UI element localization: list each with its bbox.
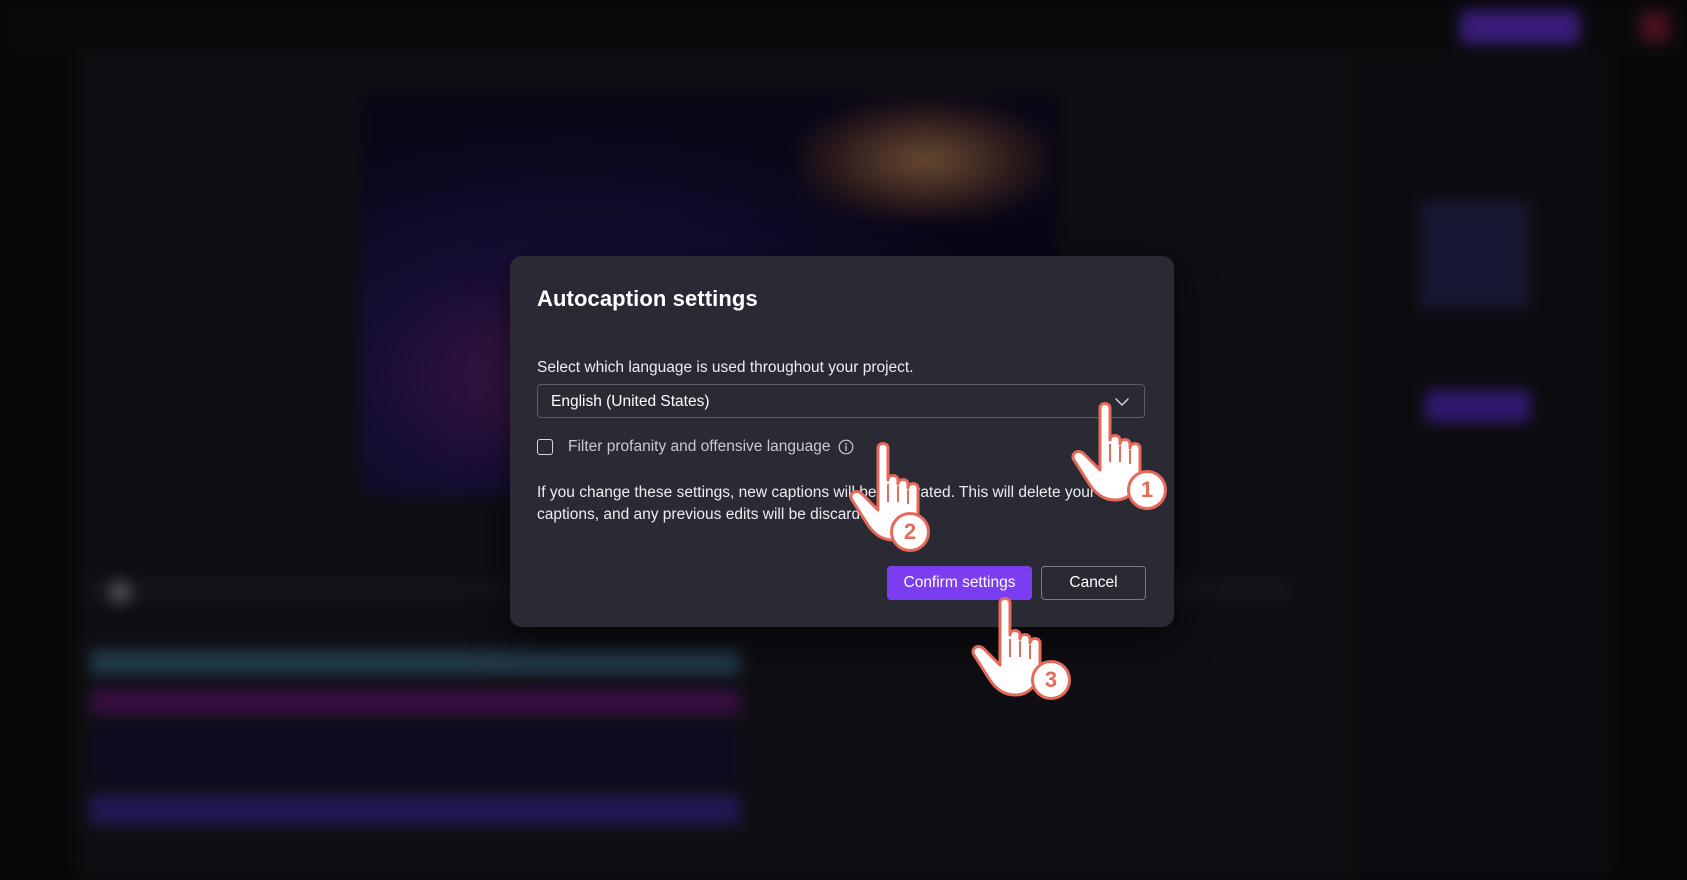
step-badge-1: 1: [1127, 470, 1167, 510]
step-badge-3: 3: [1031, 660, 1071, 700]
dialog-title: Autocaption settings: [537, 286, 758, 311]
language-select-value: English (United States): [551, 393, 710, 410]
language-prompt-label: Select which language is used throughout…: [537, 359, 914, 376]
language-select[interactable]: English (United States): [537, 384, 1145, 418]
step-badge-2: 2: [890, 512, 930, 552]
profanity-filter-row: Filter profanity and offensive language: [537, 437, 854, 457]
app-window: Autocaption settings Select which langua…: [0, 0, 1687, 880]
profanity-filter-label[interactable]: Filter profanity and offensive language: [568, 438, 831, 456]
profanity-filter-checkbox[interactable]: [537, 439, 553, 455]
